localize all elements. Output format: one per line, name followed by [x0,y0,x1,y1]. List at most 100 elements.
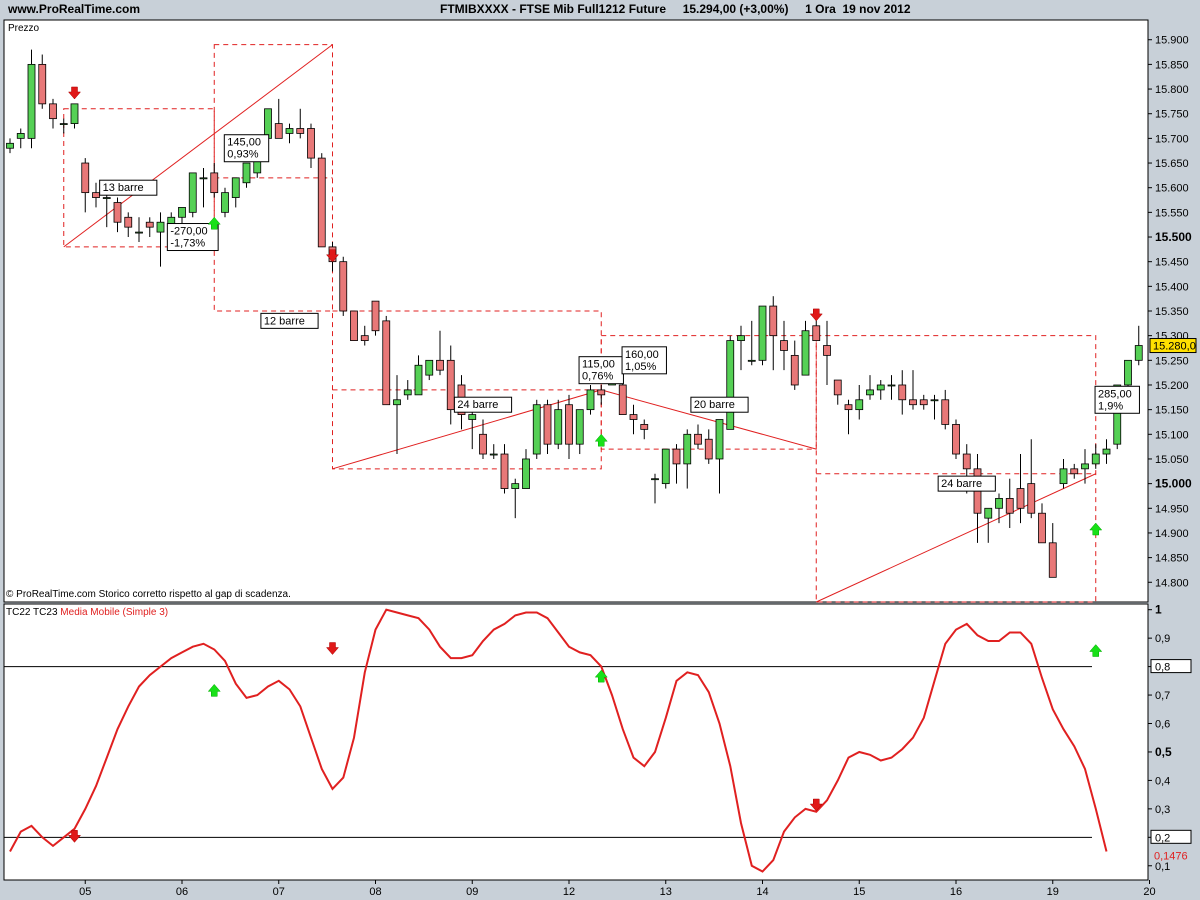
candle-body [812,325,821,341]
candle-body [919,399,928,406]
x-tick-label: 15 [853,886,865,898]
candle-body [188,172,197,213]
candle-body [479,433,487,455]
measure-label-text: 1,05% [625,361,656,373]
price-tick-label: 15.550 [1155,207,1189,219]
candle-body [672,448,681,465]
measure-label-text: 12 barre [264,315,305,327]
candle-body [1070,468,1079,475]
candle-body [371,300,380,332]
price-tick-label: 15.450 [1155,257,1189,269]
candle-body [70,103,79,124]
price-panel-label: Prezzo [8,23,40,34]
candle-body [59,123,68,125]
price-tick-label: 15.050 [1155,454,1189,466]
candle-body [941,399,950,425]
measure-label-text: 160,00 [625,349,659,361]
candle-body [522,458,530,489]
osc-tick-label: 0,9 [1155,633,1170,645]
candle-body [909,399,917,406]
osc-tick-label: 0,4 [1155,775,1170,787]
measure-label-text: 0,76% [582,371,613,383]
candle-body [102,197,111,199]
candle-body [629,414,638,420]
candle-body [16,133,25,139]
candle-body [866,389,874,396]
candle-body [307,128,315,159]
measure-label-text: 13 barre [103,182,144,194]
candle-body [1005,498,1014,514]
candle-body [92,192,100,198]
x-tick-label: 14 [756,886,768,898]
candle-body [780,340,788,351]
candle-body [715,419,724,460]
candle-body [984,507,993,519]
candle-body [350,310,358,341]
osc-tick-label: 0,3 [1155,804,1170,816]
candle-body [747,359,756,362]
candle-body [1102,448,1111,455]
candle-body [769,305,778,337]
candle-body [38,63,47,105]
candle-body [790,354,799,386]
candle-body [264,108,272,139]
price-tick-label: 15.150 [1155,405,1189,417]
price-tick-label: 15.750 [1155,109,1189,121]
osc-tick-label: 0,6 [1155,719,1170,731]
price-tick-label: 14.900 [1155,528,1189,540]
candle-body [758,305,767,361]
price-tick-label: 15.600 [1155,183,1189,195]
candle-body [575,409,584,445]
candle-body [436,359,444,371]
candle-body [833,379,842,396]
candle-body [274,123,283,139]
price-tick-label: 15.250 [1155,355,1189,367]
candle-body [694,433,702,445]
candle-body [844,404,853,411]
x-tick-label: 06 [176,886,188,898]
candle-body [317,157,326,248]
price-tick-label: 15.100 [1155,429,1189,441]
x-tick-label: 19 [1047,886,1059,898]
candle-body [446,359,455,411]
candle-body [876,384,885,391]
candle-body [27,63,36,139]
price-tick-label: 14.850 [1155,553,1189,565]
candle-body [1016,488,1025,509]
candle-body [242,162,251,184]
price-tick-label: 15.650 [1155,158,1189,170]
candle-body [1134,345,1143,361]
candle-body [1124,359,1132,386]
candle-body [199,177,208,180]
chart-canvas[interactable]: 15.900 15.850 15.800 15.750 15.700 15.650 15.6… [0,0,1200,900]
candle-body [178,207,186,218]
candle-body [500,453,509,489]
osc-tick-label: 0,2 [1155,832,1170,844]
candle-body [898,384,907,401]
measure-label-text: 24 barre [457,399,498,411]
measure-label-text: 145,00 [227,137,261,149]
price-tick-label: 14.800 [1155,577,1189,589]
footer-note: © ProRealTime.com Storico corretto rispe… [6,589,291,600]
candle-body [704,438,713,460]
x-tick-label: 07 [273,886,285,898]
candle-body [586,389,595,411]
price-tick-label: 15.400 [1155,281,1189,293]
candle-body [231,177,240,198]
measure-label-text: -1,73% [170,238,205,250]
oscillator-panel [3,603,1149,881]
candle-body [49,103,57,120]
measure-label-text: 24 barre [941,478,982,490]
candle-body [285,128,294,134]
candle-body [468,414,477,420]
candle-body [597,389,606,396]
candle-body [414,364,423,396]
candle-body [393,399,401,406]
candle-body [532,404,541,455]
osc-tick-label: 0,5 [1155,745,1172,759]
candle-body [1038,512,1046,544]
measure-label-text: 285,00 [1098,388,1132,400]
osc-tick-label: 0,7 [1155,690,1170,702]
osc-tick-label: 1 [1155,603,1162,617]
candle-body [511,483,520,489]
